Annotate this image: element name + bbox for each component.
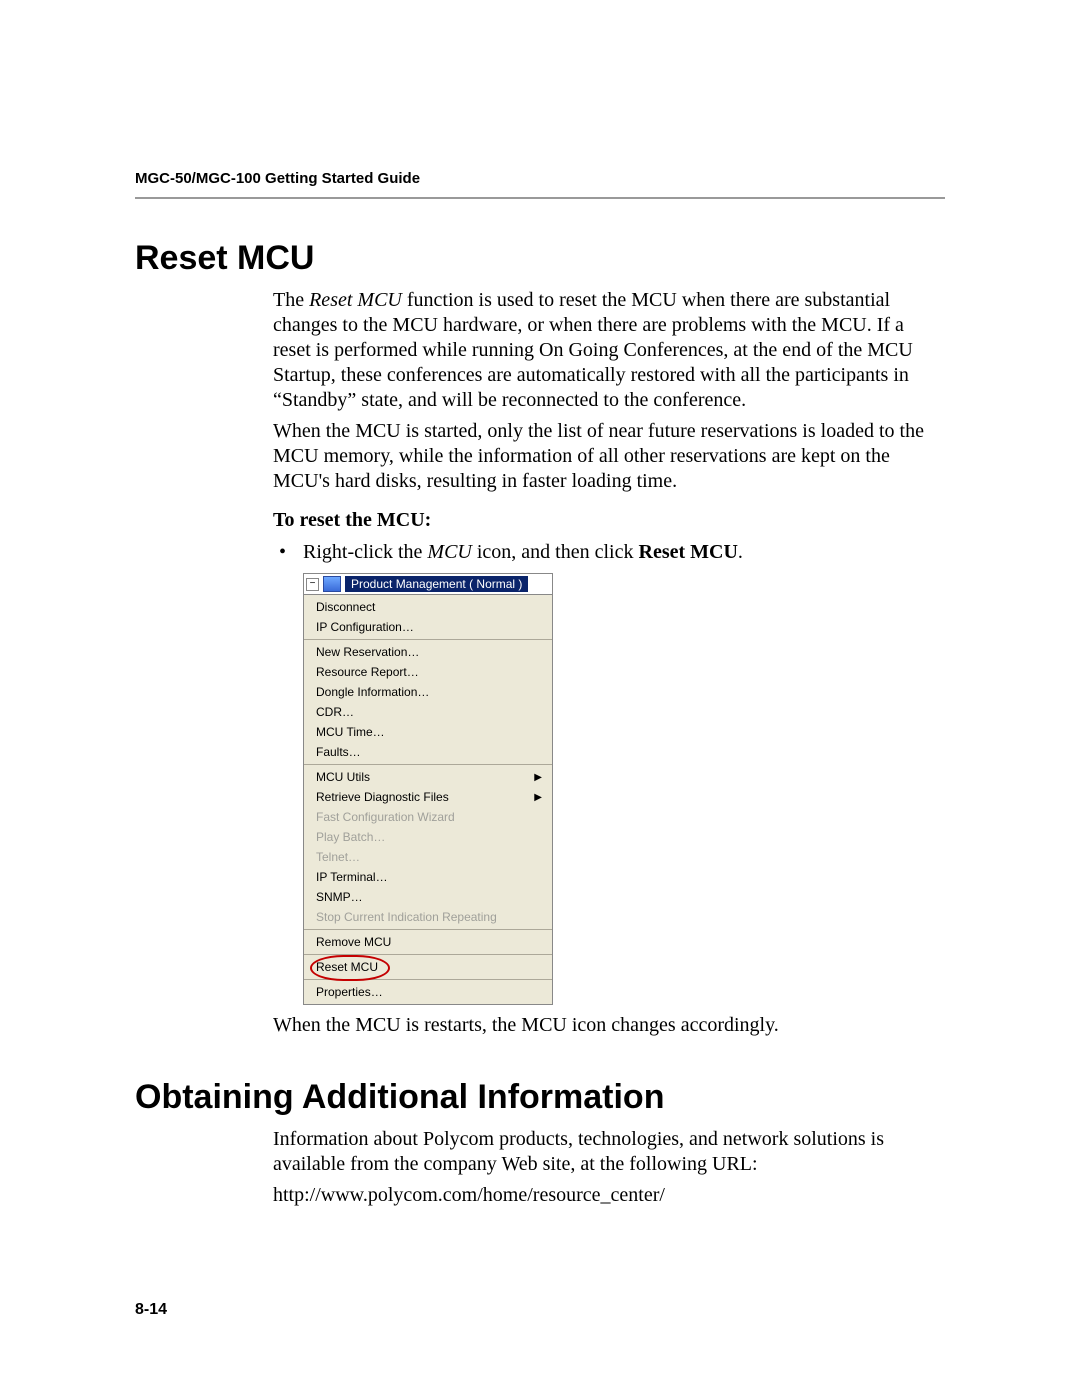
emphasis-reset-mcu: Reset MCU	[309, 289, 402, 311]
menu-item-label: MCU Utils	[316, 770, 370, 784]
menu-item-label: Remove MCU	[316, 935, 391, 949]
strong-reset-mcu: Reset MCU	[639, 541, 738, 563]
paragraph-url: http://www.polycom.com/home/resource_cen…	[273, 1183, 945, 1208]
submenu-arrow-icon: ▶	[534, 792, 542, 803]
menu-item-label: Reset MCU	[316, 960, 378, 974]
menu-item[interactable]: MCU Utils ▶	[304, 767, 552, 787]
menu-item-label: Dongle Information…	[316, 685, 429, 699]
paragraph-info-intro: Information about Polycom products, tech…	[273, 1127, 945, 1177]
text-fragment: .	[738, 541, 743, 563]
body-column-2: Information about Polycom products, tech…	[273, 1127, 945, 1208]
menu-item[interactable]: MCU Time…	[304, 722, 552, 742]
menu-item[interactable]: Retrieve Diagnostic Files ▶	[304, 787, 552, 807]
submenu-arrow-icon: ▶	[534, 772, 542, 783]
menu-item: Stop Current Indication Repeating	[304, 907, 552, 927]
menu-item-label: Telnet…	[316, 850, 360, 864]
menu-item: Play Batch…	[304, 827, 552, 847]
bullet-item-reset-instruction: Right-click the MCU icon, and then click…	[273, 539, 945, 565]
document-page: MGC-50/MGC-100 Getting Started Guide Res…	[0, 0, 1080, 1397]
header-rule	[135, 197, 945, 199]
section-heading-reset-mcu: Reset MCU	[135, 239, 945, 278]
context-menu-body: Disconnect IP Configuration… New Reservati…	[304, 595, 552, 1004]
menu-item[interactable]: IP Configuration…	[304, 617, 552, 637]
menu-item[interactable]: SNMP…	[304, 887, 552, 907]
menu-item[interactable]: Remove MCU	[304, 932, 552, 952]
emphasis-mcu: MCU	[427, 541, 471, 563]
page-number: 8-14	[135, 1301, 167, 1319]
menu-item[interactable]: Resource Report…	[304, 662, 552, 682]
menu-item-label: CDR…	[316, 705, 354, 719]
menu-group: MCU Utils ▶ Retrieve Diagnostic Files ▶ Fast…	[304, 764, 552, 929]
context-menu-screenshot: − Product Management ( Normal ) Disconne…	[303, 573, 553, 1005]
menu-item: Fast Configuration Wizard	[304, 807, 552, 827]
menu-item[interactable]: New Reservation…	[304, 642, 552, 662]
paragraph-reset-intro: The Reset MCU function is used to reset …	[273, 288, 945, 413]
menu-item-label: Resource Report…	[316, 665, 419, 679]
menu-group: Reset MCU	[304, 954, 552, 979]
subheading-to-reset: To reset the MCU:	[273, 508, 945, 533]
menu-item[interactable]: Faults…	[304, 742, 552, 762]
menu-item[interactable]: Properties…	[304, 982, 552, 1002]
menu-item-label: Play Batch…	[316, 830, 385, 844]
menu-item-label: MCU Time…	[316, 725, 385, 739]
menu-item-label: New Reservation…	[316, 645, 419, 659]
menu-group: Remove MCU	[304, 929, 552, 954]
menu-item-label: Stop Current Indication Repeating	[316, 910, 497, 924]
menu-item[interactable]: Dongle Information…	[304, 682, 552, 702]
menu-group: Properties…	[304, 979, 552, 1004]
menu-item-label: SNMP…	[316, 890, 363, 904]
menu-group: New Reservation… Resource Report… Dongle I…	[304, 639, 552, 764]
paragraph-after-menu: When the MCU is restarts, the MCU icon c…	[273, 1013, 945, 1038]
tree-collapse-icon: −	[306, 578, 319, 591]
menu-item-label: Fast Configuration Wizard	[316, 810, 455, 824]
menu-item-label: IP Terminal…	[316, 870, 388, 884]
text-fragment: icon, and then click	[472, 541, 639, 563]
menu-item-label: Retrieve Diagnostic Files	[316, 790, 449, 804]
tree-node-row: − Product Management ( Normal )	[304, 574, 552, 595]
text-fragment: The	[273, 289, 309, 311]
menu-item-label: Faults…	[316, 745, 361, 759]
mcu-icon	[323, 576, 341, 592]
paragraph-reset-behavior: When the MCU is started, only the list o…	[273, 419, 945, 494]
menu-item[interactable]: Disconnect	[304, 597, 552, 617]
tree-node-label: Product Management ( Normal )	[345, 576, 528, 592]
bullet-list: Right-click the MCU icon, and then click…	[273, 539, 945, 565]
menu-item[interactable]: CDR…	[304, 702, 552, 722]
menu-item-label: Properties…	[316, 985, 383, 999]
menu-item: Telnet…	[304, 847, 552, 867]
body-column-1: The Reset MCU function is used to reset …	[273, 288, 945, 1038]
menu-item-label: Disconnect	[316, 600, 375, 614]
menu-group: Disconnect IP Configuration…	[304, 595, 552, 639]
menu-item-label: IP Configuration…	[316, 620, 414, 634]
text-fragment: Right-click the	[303, 541, 427, 563]
menu-item[interactable]: IP Terminal…	[304, 867, 552, 887]
section-heading-additional-info: Obtaining Additional Information	[135, 1078, 945, 1117]
menu-item[interactable]: Reset MCU	[304, 957, 552, 977]
running-header: MGC-50/MGC-100 Getting Started Guide	[135, 170, 945, 197]
